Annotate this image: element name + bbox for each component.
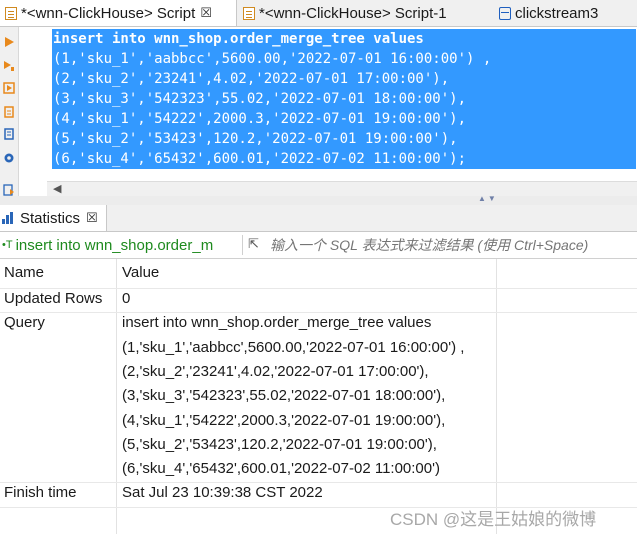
panel-splitter[interactable]: ▲▼ bbox=[0, 194, 637, 205]
close-icon[interactable]: ☒ bbox=[200, 5, 212, 21]
query-source-label[interactable]: •T insert into wnn_shop.order_m bbox=[2, 235, 213, 255]
export-results-icon[interactable] bbox=[3, 184, 15, 196]
statistics-icon bbox=[2, 212, 14, 224]
column-divider bbox=[496, 259, 497, 534]
divider bbox=[242, 235, 243, 255]
tab-script-1[interactable]: *<wnn-ClickHouse> Script-1 bbox=[238, 0, 488, 26]
cell-name: Updated Rows bbox=[4, 290, 103, 307]
cell-name: Query bbox=[4, 314, 45, 332]
editor-side-toolbar bbox=[0, 27, 19, 202]
filter-expand-icon[interactable]: ⇱ bbox=[248, 236, 264, 252]
cell-value: (4,'sku_1','54222',2000.3,'2022-07-01 19… bbox=[122, 411, 446, 429]
code-line: insert into wnn_shop.order_merge_tree va… bbox=[53, 31, 424, 47]
watermark: CSDN @这是王姑娘的微博 bbox=[390, 510, 597, 529]
cell-value: insert into wnn_shop.order_merge_tree va… bbox=[122, 314, 432, 332]
editor-tab-bar: *<wnn-ClickHouse> Script ☒ *<wnn-ClickHo… bbox=[0, 0, 637, 27]
splitter-arrows-icon[interactable]: ▲▼ bbox=[478, 194, 498, 203]
results-tab-bar: Statistics ☒ bbox=[0, 205, 637, 232]
cell-value: Sat Jul 23 10:39:38 CST 2022 bbox=[122, 484, 323, 502]
tab-label: Statistics bbox=[20, 209, 81, 227]
tab-label: clickstream3 bbox=[515, 4, 599, 22]
cell-value: 0 bbox=[122, 290, 131, 307]
filter-input[interactable] bbox=[270, 235, 635, 255]
column-divider bbox=[116, 259, 117, 534]
explain-plan-icon[interactable] bbox=[3, 106, 15, 118]
sql-script-icon bbox=[243, 6, 255, 20]
code-line: (6,'sku_4','65432',600.01,'2022-07-02 11… bbox=[53, 151, 467, 167]
execute-new-tab-icon[interactable] bbox=[3, 82, 15, 94]
code-line: (1,'sku_1','aabbcc',5600.00,'2022-07-01 … bbox=[53, 51, 492, 67]
cell-value: (5,'sku_2','53423',120.2,'2022-07-01 19:… bbox=[122, 435, 437, 453]
cell-name: Finish time bbox=[4, 484, 77, 502]
code-line: (3,'sku_3','542323',55.02,'2022-07-01 18… bbox=[53, 91, 467, 107]
cell-value: (1,'sku_1','aabbcc',5600.00,'2022-07-01 … bbox=[122, 338, 465, 356]
code-line: (4,'sku_1','54222',2000.3,'2022-07-01 19… bbox=[53, 111, 467, 127]
code-line: (5,'sku_2','53423',120.2,'2022-07-01 19:… bbox=[53, 131, 458, 147]
execute-script-icon[interactable] bbox=[3, 60, 15, 72]
query-link-icon: •T bbox=[2, 239, 13, 251]
editor-horizontal-scrollbar[interactable]: ◀ bbox=[47, 181, 637, 196]
execute-statement-icon[interactable] bbox=[3, 36, 15, 48]
database-table-icon bbox=[499, 6, 511, 20]
scroll-left-arrow-icon[interactable]: ◀ bbox=[53, 182, 61, 196]
sql-editor[interactable]: insert into wnn_shop.order_merge_tree va… bbox=[19, 27, 637, 181]
cell-value: (3,'sku_3','542323',55.02,'2022-07-01 18… bbox=[122, 387, 446, 405]
cell-value: (2,'sku_2','23241',4.02,'2022-07-01 17:0… bbox=[122, 362, 429, 380]
settings-gear-icon[interactable] bbox=[3, 152, 15, 164]
tab-statistics[interactable]: Statistics ☒ bbox=[0, 205, 107, 231]
filter-bar: •T insert into wnn_shop.order_m ⇱ bbox=[0, 232, 637, 259]
close-icon[interactable]: ☒ bbox=[86, 210, 98, 226]
tab-label: *<wnn-ClickHouse> Script bbox=[21, 4, 196, 22]
cell-value: (6,'sku_4','65432',600.01,'2022-07-02 11… bbox=[122, 460, 440, 478]
tab-script[interactable]: *<wnn-ClickHouse> Script ☒ bbox=[0, 0, 237, 26]
column-header-value[interactable]: Value bbox=[122, 264, 159, 281]
query-text: insert into wnn_shop.order_m bbox=[15, 236, 214, 254]
results-grid: Name Value Updated Rows 0 Query insert into… bbox=[0, 259, 637, 534]
sql-script-icon bbox=[5, 6, 17, 20]
code-line: (2,'sku_2','23241',4.02,'2022-07-01 17:0… bbox=[53, 71, 450, 87]
tab-label: *<wnn-ClickHouse> Script-1 bbox=[259, 4, 447, 22]
column-header-name[interactable]: Name bbox=[4, 264, 44, 281]
tab-clickstream3[interactable]: clickstream3 bbox=[494, 0, 634, 26]
load-plan-icon[interactable] bbox=[3, 128, 15, 140]
